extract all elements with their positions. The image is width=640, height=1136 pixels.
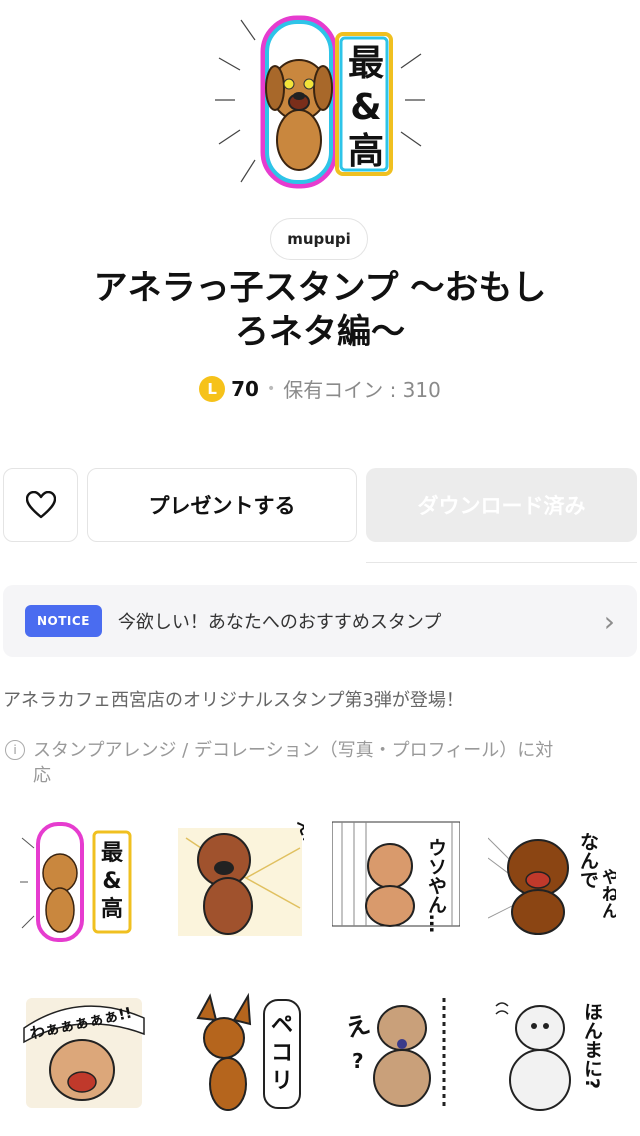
svg-text:ほんまに?: ほんまに?	[581, 1002, 603, 1089]
title-line-1: アネラっ子スタンプ 〜おもし	[93, 268, 547, 308]
svg-text:なんで: なんで	[577, 832, 599, 889]
hero-sticker-image: 最 & 高	[215, 10, 425, 190]
svg-text:最: 最	[101, 841, 124, 866]
svg-text:ウソやん…: ウソやん…	[425, 838, 447, 933]
hero-text-amp: &	[350, 87, 382, 128]
price-row: L 70 • 保有コイン : 310	[0, 374, 640, 403]
sticker-honmani[interactable]: ほんまに?	[488, 988, 616, 1116]
notice-badge: NOTICE	[25, 605, 102, 637]
owned-coins: 保有コイン : 310	[283, 378, 441, 402]
info-icon: i	[5, 740, 25, 760]
svg-text:コ: コ	[271, 1041, 293, 1066]
coin-icon: L	[199, 375, 226, 402]
svg-text:え: え	[343, 1010, 373, 1043]
sticker-pekori[interactable]: ペ コ リ	[176, 988, 304, 1116]
present-button[interactable]: プレゼントする	[87, 468, 357, 542]
heart-icon	[25, 491, 56, 519]
arrange-info: i スタンプアレンジ / デコレーション（写真・プロフィール）に対 応	[3, 738, 637, 788]
svg-text:高: 高	[101, 896, 123, 922]
hero-text-2: 高	[347, 131, 384, 172]
info-text-line-1: スタンプアレンジ / デコレーション（写真・プロフィール）に対	[33, 740, 554, 761]
svg-text:リ: リ	[271, 1069, 293, 1094]
sticker-eeyan[interactable]: ええやーん!!	[176, 815, 345, 946]
title-line-2: ろネタ編〜	[235, 312, 405, 352]
like-button[interactable]	[3, 468, 78, 542]
hero-text-1: 最	[347, 43, 384, 84]
separator-dot: •	[266, 380, 276, 397]
sticker-waaaa[interactable]: わぁぁぁぁぁ!!	[20, 988, 148, 1116]
svg-text:ペ: ペ	[271, 1013, 293, 1038]
chevron-right-icon: ›	[603, 604, 615, 638]
creator-link[interactable]: mupupi	[270, 218, 368, 260]
notice-text: 今欲しい！あなたへのおすすめスタンプ	[117, 612, 442, 633]
info-text-line-2: 応	[33, 765, 51, 786]
page-title: アネラっ子スタンプ 〜おもし ろネタ編〜	[40, 266, 600, 354]
svg-text:やねん: やねん	[598, 868, 616, 919]
svg-text:?: ?	[352, 1049, 364, 1073]
divider	[366, 562, 637, 563]
price-amount: 70	[231, 376, 259, 401]
sticker-e[interactable]: え ?	[332, 988, 460, 1116]
svg-text:&: &	[102, 869, 121, 894]
sticker-usoyan[interactable]: ウソやん…	[331, 818, 461, 946]
download-button[interactable]: ダウンロード済み	[366, 468, 637, 542]
sticker-saikou[interactable]: 最 & 高	[20, 818, 148, 946]
notice-banner[interactable]: NOTICE 今欲しい！あなたへのおすすめスタンプ ›	[3, 585, 637, 657]
description: アネラカフェ西宮店のオリジナルスタンプ第3弾が登場！	[3, 690, 464, 711]
sticker-nandeyanen[interactable]: なんで やねん	[487, 818, 619, 946]
